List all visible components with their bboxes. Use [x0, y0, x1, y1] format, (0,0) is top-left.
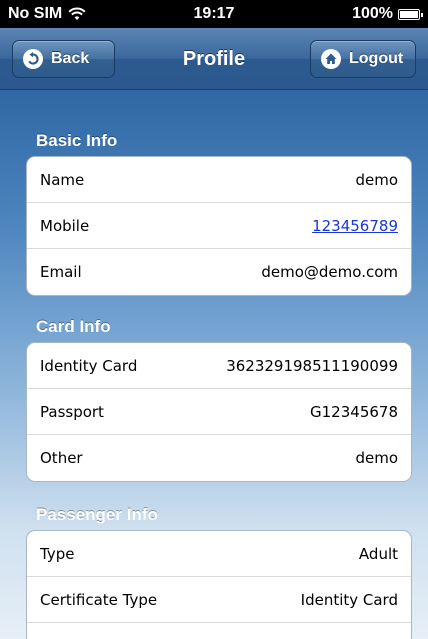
row-other: Other demo [27, 435, 411, 481]
clock-time: 19:17 [193, 5, 235, 22]
back-arrow-icon [23, 49, 43, 69]
row-type: Type Adult [27, 531, 411, 577]
row-mobile: Mobile 123456789 [27, 203, 411, 249]
row-name: Name demo [27, 157, 411, 203]
row-label: Mobile [40, 216, 90, 235]
row-label: Email [40, 263, 82, 281]
row-identity-card: Identity Card 362329198511190099 [27, 343, 411, 389]
basic-info-group: Name demo Mobile 123456789 Email demo@de… [26, 156, 412, 296]
card-info-group: Identity Card 362329198511190099 Passpor… [26, 342, 412, 482]
row-value: Identity Card [300, 590, 398, 609]
status-bar: No SIM 19:17 100% [0, 0, 428, 28]
row-certificate-type: Certificate Type Identity Card [27, 577, 411, 623]
profile-content[interactable]: Basic Info Name demo Mobile 123456789 Em… [0, 90, 428, 639]
row-value: 362329198511190099 [226, 356, 398, 375]
back-button-label: Back [51, 50, 90, 67]
navigation-bar: Profile Back Logout [0, 28, 428, 90]
row-label: Passport [40, 402, 104, 421]
row-value: demo [355, 449, 398, 467]
section-title-basic-info: Basic Info [36, 131, 118, 150]
row-label: Other [40, 449, 83, 467]
logout-button-label: Logout [349, 50, 404, 67]
row-label: Identity Card [40, 356, 138, 375]
section-title-card-info: Card Info [36, 317, 111, 336]
passenger-info-group: Type Adult Certificate Type Identity Car… [26, 530, 412, 639]
row-value: demo@demo.com [261, 263, 398, 281]
row-label: Type [40, 544, 75, 563]
row-value: Adult [358, 544, 398, 563]
section-title-passenger-info: Passenger Info [36, 505, 158, 524]
row-passport: Passport G12345678 [27, 389, 411, 435]
row-value: G12345678 [310, 402, 398, 421]
back-button[interactable]: Back [12, 40, 115, 78]
row-value: demo [355, 170, 398, 189]
row-label: Name [40, 170, 85, 189]
mobile-phone-link[interactable]: 123456789 [312, 217, 398, 235]
logout-button[interactable]: Logout [310, 40, 416, 78]
row-label: Certificate Type [40, 590, 158, 609]
home-icon [321, 49, 341, 69]
row-email: Email demo@demo.com [27, 249, 411, 295]
battery-icon [398, 8, 423, 20]
